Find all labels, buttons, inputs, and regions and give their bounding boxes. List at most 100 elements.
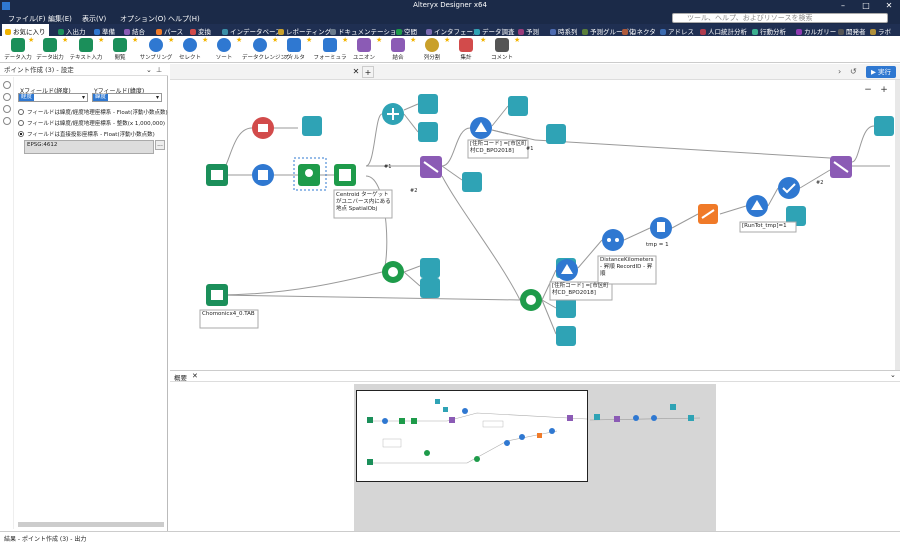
browse-node[interactable] — [418, 122, 438, 142]
connector — [441, 175, 521, 301]
epsg-field[interactable]: EPSG:4612 — [24, 140, 154, 154]
zoom-out-button[interactable]: − — [862, 84, 874, 96]
chevron-left-icon[interactable]: › — [838, 67, 841, 76]
tab-prep[interactable]: 準備 — [94, 26, 115, 36]
tab-in-database[interactable]: インデータベース — [222, 26, 282, 36]
sort-icon — [217, 38, 231, 52]
maximize-button[interactable]: □ — [855, 0, 877, 12]
tool-node-input2[interactable] — [206, 284, 228, 306]
tab-interface[interactable]: インタフェース — [426, 26, 479, 36]
tool-node-join2[interactable] — [830, 156, 852, 178]
category-icon — [58, 29, 64, 35]
tool-node-multi-row[interactable] — [698, 204, 718, 224]
tab-favorites[interactable]: お気に入り — [2, 24, 49, 36]
browse-node[interactable] — [420, 278, 440, 298]
tool-node-check[interactable] — [778, 177, 800, 199]
tab-calgary[interactable]: カルガリー — [796, 26, 836, 36]
tab-documentation[interactable]: ドキュメンテーション — [330, 26, 403, 36]
menu-options[interactable]: オプション(O) — [120, 14, 166, 24]
close-icon[interactable]: ✕ — [350, 66, 362, 78]
new-tab-button[interactable]: + — [362, 66, 374, 78]
arrow-icon[interactable] — [2, 93, 11, 101]
radio-projected-float[interactable]: フィールドは直接投影座標系 - Float(浮動小数点数) — [18, 130, 155, 138]
connector-label: #2 — [410, 188, 418, 194]
tab-reporting[interactable]: レポーティング — [278, 26, 331, 36]
tool-node-spatial-info[interactable] — [382, 103, 404, 125]
run-button[interactable]: ▶ 実行 — [866, 66, 896, 78]
radio-latlon-integer[interactable]: フィールドは緯度/経度地理座標系 - 整数(x 1,000,000) — [18, 119, 165, 127]
tool-node-join[interactable] — [420, 156, 442, 178]
browse-node[interactable] — [874, 116, 894, 136]
category-tabs: お気に入り 入出力 準備 結合 パース 変換 インデータベース レポーティング … — [0, 24, 900, 36]
minimize-button[interactable]: – — [832, 0, 854, 12]
horizontal-scrollbar[interactable] — [18, 522, 164, 527]
tool-node-spatial-match2[interactable] — [382, 261, 404, 283]
category-icon — [278, 29, 284, 35]
close-icon[interactable]: ✕ — [192, 372, 198, 380]
tab-join[interactable]: 結合 — [124, 26, 145, 36]
tool-node-input[interactable] — [206, 164, 228, 186]
favorite-star-icon: ★ — [376, 36, 383, 44]
tab-parse[interactable]: パース — [156, 26, 183, 36]
gear-icon[interactable] — [2, 81, 11, 89]
tab-address[interactable]: アドレス — [660, 26, 694, 36]
menu-view[interactable]: 表示(V) — [82, 14, 106, 24]
menu-help[interactable]: ヘルプ(H) — [168, 14, 200, 24]
workflow-canvas[interactable]: Centroid ターゲットがユニバース内にある地点 SpatialObj [住… — [170, 80, 895, 370]
tool-node-filter[interactable] — [470, 117, 492, 139]
menu-edit[interactable]: 編集(E) — [48, 14, 72, 24]
info-icon[interactable] — [2, 117, 11, 125]
browse-node[interactable] — [546, 124, 566, 144]
tab-developer[interactable]: 開発者 — [838, 26, 866, 36]
chevron-down-icon: ▾ — [81, 94, 85, 101]
tab-spatial[interactable]: 空間 — [396, 26, 417, 36]
tool-node-record-id[interactable] — [602, 229, 624, 251]
connector — [767, 187, 779, 207]
title-bar: Alteryx Designer x64 – □ ✕ — [0, 0, 900, 12]
tool-summarize[interactable]: 集計 — [448, 38, 484, 61]
tab-predictive[interactable]: 予測 — [518, 26, 539, 36]
overview-viewport[interactable] — [356, 390, 588, 482]
tool-node-filter2[interactable] — [556, 259, 578, 281]
zoom-in-button[interactable]: + — [878, 84, 890, 96]
tab-data-investigation[interactable]: データ調査 — [474, 26, 515, 36]
browse-node[interactable] — [302, 116, 322, 136]
tool-node-spatial-match[interactable] — [334, 164, 356, 186]
browse-node[interactable] — [556, 298, 576, 318]
tab-transform[interactable]: 変換 — [190, 26, 211, 36]
connector — [441, 127, 471, 167]
history-icon[interactable]: ↺ — [850, 67, 857, 76]
tool-node-create-points[interactable] — [298, 164, 320, 186]
y-field-select[interactable]: 緯度 ▾ — [92, 93, 162, 102]
browse-node[interactable] — [418, 94, 438, 114]
connector — [403, 271, 421, 287]
connector — [623, 227, 651, 241]
tool-node-sample[interactable] — [252, 117, 274, 139]
pin-icon[interactable]: ⊥ — [156, 64, 162, 76]
tab-demographic[interactable]: 人口統計分析 — [700, 26, 747, 36]
vertical-scrollbar[interactable] — [895, 80, 900, 370]
menu-file[interactable]: ファイル(F) — [8, 14, 46, 24]
tab-time-series[interactable]: 時系列 — [550, 26, 578, 36]
epsg-browse-button[interactable]: ... — [155, 140, 165, 150]
tab-io[interactable]: 入出力 — [58, 26, 86, 36]
close-button[interactable]: ✕ — [878, 0, 900, 12]
tool-node-formula[interactable] — [650, 217, 672, 239]
browse-node[interactable] — [420, 258, 440, 278]
chevron-down-icon[interactable]: ⌄ — [146, 64, 152, 76]
browse-node[interactable] — [462, 172, 482, 192]
tool-node-filter3[interactable] — [746, 195, 768, 217]
chevron-down-icon[interactable]: ⌄ — [890, 371, 896, 379]
browse-node[interactable] — [508, 96, 528, 116]
tab-behavior[interactable]: 行動分析 — [752, 26, 786, 36]
browse-node[interactable] — [556, 326, 576, 346]
tool-node-spatial-match3[interactable] — [520, 289, 542, 311]
search-input[interactable]: ツール、ヘルプ、およびリソースを検索 — [672, 13, 888, 23]
tab-labs[interactable]: ラボ — [870, 26, 891, 36]
tag-icon[interactable] — [2, 105, 11, 113]
tool-node-select[interactable] — [252, 164, 274, 186]
x-field-select[interactable]: 経度 ▾ — [18, 93, 88, 102]
radio-latlon-float[interactable]: フィールドは緯度/経度地理座標系 - Float(浮動小数点数) — [18, 108, 168, 116]
overview-area[interactable] — [354, 384, 716, 531]
tab-connectors[interactable]: コネクタ — [622, 26, 656, 36]
